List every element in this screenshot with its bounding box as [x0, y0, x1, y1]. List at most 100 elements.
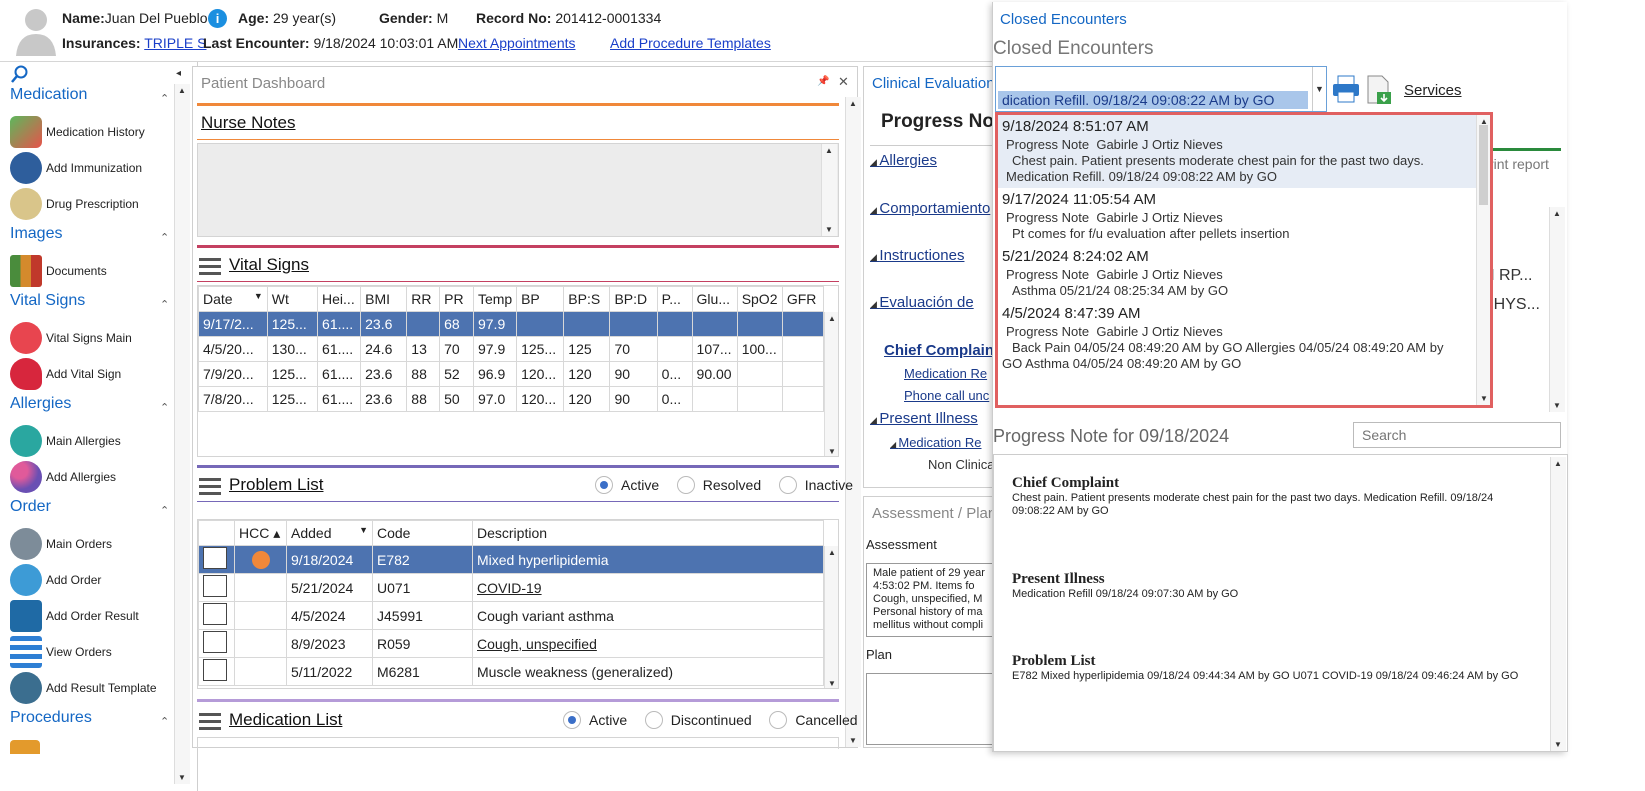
tree-instructiones[interactable]: ◢ Instructiones — [870, 247, 964, 264]
problem-select-cell[interactable] — [198, 601, 235, 630]
encounter-list-item[interactable]: 4/5/2024 8:47:39 AM Progress Note Gabirle… — [998, 302, 1476, 375]
encounters-scroll-thumb[interactable] — [1479, 125, 1488, 205]
chevron-up-icon[interactable]: ⌃ — [160, 715, 169, 728]
sidebar-item-vital-signs-main[interactable]: Vital Signs Main — [10, 321, 132, 355]
vital-col-header[interactable]: RR — [406, 286, 441, 312]
nurse-notes-title[interactable]: Nurse Notes — [201, 113, 295, 133]
problem-row[interactable]: 9/18/2024 E782 Mixed hyperlipidemia — [198, 545, 824, 574]
sidebar-item-medication-history[interactable]: Medication History — [10, 115, 145, 149]
radio-resolved[interactable]: Resolved — [676, 476, 761, 494]
pin-icon[interactable]: 📌 — [817, 76, 829, 87]
assessment-textarea[interactable]: Male patient of 29 year 4:53:02 PM. Item… — [866, 563, 992, 637]
row-checkbox[interactable] — [203, 603, 227, 625]
section-order[interactable]: Order — [10, 498, 51, 516]
collapse-sidebar-icon[interactable]: ◂ — [176, 68, 181, 79]
vital-signs-row[interactable]: 9/17/2... 125... 61.... 23.6 68 97.9 — [198, 311, 825, 337]
section-medication[interactable]: Medication — [10, 86, 87, 104]
vital-col-header[interactable]: GFR — [781, 286, 825, 312]
radio-cancelled[interactable]: Cancelled — [769, 711, 858, 729]
vital-col-header[interactable]: Date ▼ — [198, 286, 268, 312]
problem-list-scrollbar[interactable] — [824, 546, 838, 688]
services-link[interactable]: Services — [1404, 82, 1462, 99]
col-select[interactable] — [198, 520, 235, 546]
vital-col-header[interactable]: BMI — [360, 286, 408, 312]
encounter-combobox[interactable]: dication Refill. 09/18/24 09:08:22 AM by… — [995, 66, 1327, 112]
encounter-list-item[interactable]: 5/21/2024 8:24:02 AM Progress Note Gabirl… — [998, 245, 1476, 302]
medication-list-title[interactable]: Medication List — [229, 710, 342, 729]
vital-col-header[interactable]: PR — [439, 286, 474, 312]
insurance-link[interactable]: TRIPLE S — [144, 35, 206, 51]
col-description[interactable]: Description — [472, 520, 824, 546]
nurse-notes-textarea[interactable] — [197, 143, 839, 237]
vital-signs-scrollbar[interactable] — [824, 312, 838, 456]
section-vital-signs[interactable]: Vital Signs — [10, 292, 85, 310]
problem-select-cell[interactable] — [198, 573, 235, 602]
vital-col-header[interactable]: SpO2 — [736, 286, 783, 312]
radio-med-active[interactable]: Active — [563, 711, 627, 729]
tree-present-illness[interactable]: ◢ Present Illness — [870, 410, 978, 427]
radio-discontinued[interactable]: Discontinued — [644, 711, 752, 729]
behind-scrollbar[interactable] — [1549, 207, 1565, 412]
vital-signs-row[interactable]: 7/8/20... 125... 61.... 23.6 88 50 97.0 120... 1… — [198, 386, 825, 412]
encounter-list-item[interactable]: 9/18/2024 8:51:07 AM Progress Note Gabirl… — [998, 115, 1476, 188]
plan-textarea[interactable] — [866, 673, 992, 745]
sidebar-item-add-immunization[interactable]: Add Immunization — [10, 151, 142, 185]
chevron-up-icon[interactable]: ⌃ — [160, 92, 169, 105]
hamburger-icon[interactable] — [199, 713, 221, 731]
radio-active[interactable]: Active — [595, 476, 659, 494]
dashboard-scrollbar[interactable] — [845, 97, 861, 747]
vital-signs-title[interactable]: Vital Signs — [229, 255, 309, 274]
closed-encounters-link[interactable]: Closed Encounters — [1000, 11, 1127, 28]
problem-row[interactable]: 8/9/2023 R059 Cough, unspecified — [198, 629, 824, 658]
problem-list-title[interactable]: Problem List — [229, 475, 323, 494]
next-appointments-link[interactable]: Next Appointments — [458, 35, 576, 51]
hamburger-icon[interactable] — [199, 478, 221, 496]
note-viewer-scrollbar[interactable] — [1550, 457, 1566, 751]
chevron-up-icon[interactable]: ⌃ — [160, 504, 169, 517]
note-search-input[interactable] — [1353, 422, 1561, 448]
problem-description-cell[interactable]: Cough, unspecified — [472, 629, 824, 658]
tree-evaluacion[interactable]: ◢ Evaluación de — [870, 294, 974, 311]
tree-sub-phone-call[interactable]: Phone call unc — [904, 388, 989, 403]
vital-col-header[interactable]: BP:S — [563, 286, 611, 312]
close-icon[interactable]: ✕ — [838, 74, 849, 90]
row-checkbox[interactable] — [203, 659, 227, 681]
problem-select-cell[interactable] — [198, 629, 235, 658]
problem-description-cell[interactable]: COVID-19 — [472, 573, 824, 602]
vital-col-header[interactable]: Hei... — [317, 286, 362, 312]
print-report-link[interactable]: rint report — [1489, 156, 1549, 172]
section-allergies[interactable]: Allergies — [10, 395, 71, 413]
col-added[interactable]: Added ▼ — [286, 520, 373, 546]
add-procedure-templates-link[interactable]: Add Procedure Templates — [610, 35, 771, 51]
row-checkbox[interactable] — [203, 575, 227, 597]
chevron-up-icon[interactable]: ⌃ — [160, 401, 169, 414]
vital-col-header[interactable]: Temp — [472, 286, 518, 312]
tree-sub-medication-refill-2[interactable]: ◢ Medication Re — [890, 435, 981, 450]
vital-col-header[interactable]: BP:D — [609, 286, 658, 312]
tree-allergies[interactable]: ◢ Allergies — [870, 152, 937, 169]
section-images[interactable]: Images — [10, 225, 62, 243]
section-procedures[interactable]: Procedures — [10, 709, 92, 727]
search-icon[interactable] — [10, 64, 30, 84]
tree-chief-complaint[interactable]: Chief Complaint — [884, 342, 992, 359]
sidebar-item-add-result-template[interactable]: Add Result Template — [10, 671, 157, 705]
problem-select-cell[interactable] — [198, 545, 235, 574]
export-document-icon[interactable] — [1365, 74, 1393, 106]
vital-col-header[interactable]: Glu... — [691, 286, 738, 312]
radio-inactive[interactable]: Inactive — [778, 476, 853, 494]
tree-sub-non-clinical[interactable]: Non Clinica — [928, 457, 992, 472]
sidebar-item-view-orders[interactable]: View Orders — [10, 635, 112, 669]
sidebar-item-documents[interactable]: Documents — [10, 254, 107, 288]
col-code[interactable]: Code — [372, 520, 473, 546]
vital-col-header[interactable]: BP — [516, 286, 565, 312]
combobox-dropdown-icon[interactable]: ▼ — [1312, 67, 1326, 111]
chevron-up-icon[interactable]: ⌃ — [160, 231, 169, 244]
encounter-list-item[interactable]: 9/17/2024 11:05:54 AM Progress Note Gabir… — [998, 188, 1476, 245]
info-icon[interactable]: i — [208, 9, 227, 28]
vital-col-header[interactable]: Wt — [266, 286, 319, 312]
tree-comportamiento[interactable]: ◢ Comportamiento — [870, 200, 990, 217]
hamburger-icon[interactable] — [199, 258, 221, 276]
row-checkbox[interactable] — [203, 547, 227, 569]
sidebar-item-add-order[interactable]: Add Order — [10, 563, 101, 597]
tree-sub-medication-refill[interactable]: Medication Re — [904, 366, 987, 381]
